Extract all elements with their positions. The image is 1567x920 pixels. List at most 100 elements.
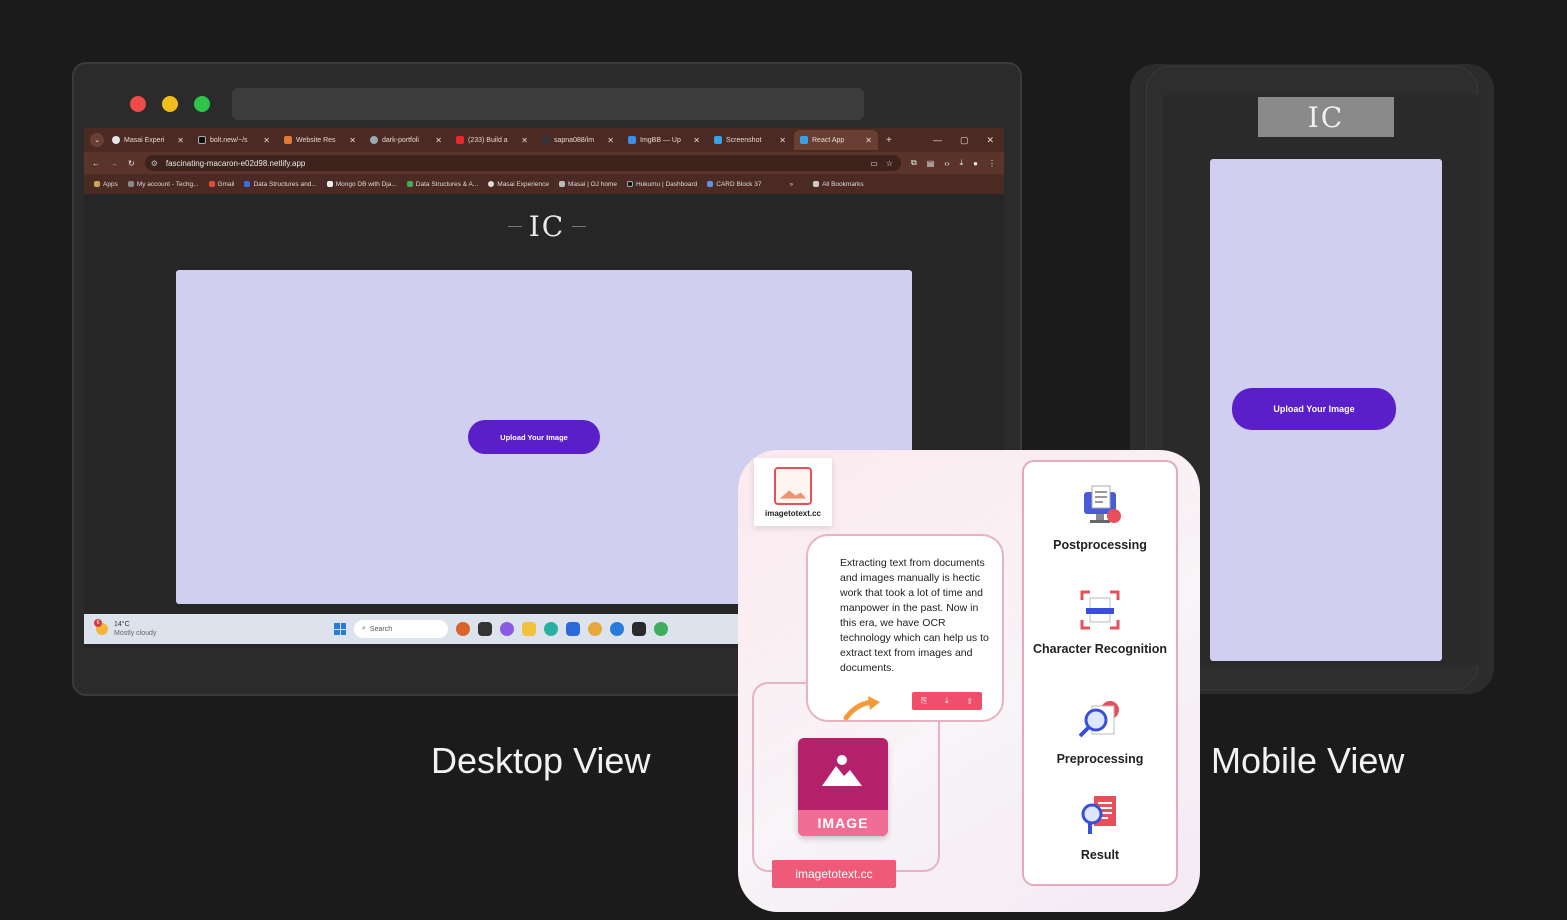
browser-tab[interactable]: ImgBB — Up ✕ xyxy=(622,130,706,150)
tab-strip: ⌄ Masai Experi ✕ bolt.new/~/s ✕ Website Re… xyxy=(84,128,1004,152)
profile-icon[interactable]: ● xyxy=(973,159,978,168)
bookmark-item[interactable]: Mongo DB with Dja... xyxy=(326,180,397,188)
mobile-upload-image-button[interactable]: Upload Your Image xyxy=(1232,388,1396,430)
step-result: Result xyxy=(1024,792,1176,862)
edge-icon[interactable] xyxy=(544,622,558,636)
zoom-icon[interactable] xyxy=(610,622,624,636)
bookmark-item[interactable]: Apps xyxy=(94,181,118,188)
restore-window-icon[interactable]: ▢ xyxy=(960,135,969,146)
menu-kebab-icon[interactable]: ⋮ xyxy=(988,159,996,168)
image-label: IMAGE xyxy=(798,810,888,836)
address-row: ← → ↻ ⚙ fascinating-macaron-e02d98.netli… xyxy=(84,152,1004,174)
image-document: IMAGE xyxy=(798,738,888,836)
bookmark-item[interactable]: Hukumu | Dashboard xyxy=(626,180,698,188)
tab-favicon-icon xyxy=(800,136,808,144)
browser-tab[interactable]: Masai Experi ✕ xyxy=(106,130,190,150)
share-icon[interactable]: ⇪ xyxy=(966,697,973,706)
bookmark-star-icon[interactable]: ☆ xyxy=(886,159,893,168)
url-field[interactable]: ⚙ fascinating-macaron-e02d98.netlify.app… xyxy=(144,155,901,171)
windows-start-icon[interactable] xyxy=(334,623,346,635)
browser-tab[interactable]: Website Res ✕ xyxy=(278,130,362,150)
close-tab-icon[interactable]: ✕ xyxy=(177,136,184,145)
close-tab-icon[interactable]: ✕ xyxy=(779,136,786,145)
bookmark-item[interactable]: Gmail xyxy=(208,181,234,188)
close-tab-icon[interactable]: ✕ xyxy=(693,136,700,145)
browser-tab-active[interactable]: React App ✕ xyxy=(794,130,878,150)
bookmark-label: Mongo DB with Dja... xyxy=(335,180,397,188)
copilot-icon[interactable] xyxy=(456,622,470,636)
more-bookmarks-icon[interactable]: » xyxy=(789,181,793,188)
close-tab-icon[interactable]: ✕ xyxy=(349,136,356,145)
bookmark-label: CARD Block 37 xyxy=(716,180,762,188)
step-label: Postprocessing xyxy=(1053,538,1147,552)
download-icon[interactable]: ⤓ xyxy=(945,696,949,706)
task-view-icon[interactable] xyxy=(478,622,492,636)
forward-icon[interactable]: → xyxy=(110,159,118,168)
bookmark-label: Hukumu | Dashboard xyxy=(635,180,698,188)
bookmark-item[interactable]: Data Structures and... xyxy=(244,181,317,188)
new-tab-button[interactable]: + xyxy=(880,135,898,146)
bookmark-item[interactable]: Data Structures & A... xyxy=(406,181,478,188)
close-dot[interactable] xyxy=(130,96,146,112)
upload-image-button[interactable]: Upload Your Image xyxy=(468,420,600,454)
window-controls: — ▢ ✕ xyxy=(933,135,1004,146)
document-result-icon xyxy=(1081,796,1116,834)
browser-tab[interactable]: Screenshot ✕ xyxy=(708,130,792,150)
step-label: Result xyxy=(1080,848,1120,862)
store-icon[interactable] xyxy=(566,622,580,636)
maximize-dot[interactable] xyxy=(194,96,210,112)
tab-label: Website Res xyxy=(296,136,336,144)
url-text: fascinating-macaron-e02d98.netlify.app xyxy=(165,158,306,168)
browser-tab[interactable]: dark-portfoli ✕ xyxy=(364,130,448,150)
bookmark-favicon-icon xyxy=(558,181,565,187)
chrome-icon[interactable] xyxy=(654,622,668,636)
minimize-window-icon[interactable]: — xyxy=(933,135,942,146)
back-icon[interactable]: ← xyxy=(92,159,100,168)
description-text: Extracting text from documents and image… xyxy=(840,557,989,674)
browser-tab[interactable]: bolt.new/~/s ✕ xyxy=(192,130,276,150)
bookmark-item[interactable]: My account - Techg... xyxy=(127,181,199,188)
tab-favicon-icon xyxy=(542,136,550,144)
extensions-icon[interactable]: ⧉ xyxy=(911,158,917,168)
sidebar-icon[interactable]: ▤ xyxy=(927,159,935,168)
tab-favicon-icon xyxy=(284,136,292,144)
copy-icon[interactable]: ⎘ xyxy=(921,696,927,706)
logo-line-left xyxy=(508,226,522,227)
devtools-icon[interactable]: ‹› xyxy=(944,159,949,168)
browser-chrome: ⌄ Masai Experi ✕ bolt.new/~/s ✕ Website Re… xyxy=(84,128,1004,194)
close-tab-icon[interactable]: ✕ xyxy=(263,136,270,145)
tab-search-chevron-icon[interactable]: ⌄ xyxy=(90,133,104,147)
chrome-icon[interactable] xyxy=(588,622,602,636)
bookmark-item[interactable]: Masai | OJ home xyxy=(558,181,617,188)
step-postprocessing: Postprocessing xyxy=(1024,482,1176,552)
close-window-icon[interactable]: ✕ xyxy=(986,135,994,146)
close-tab-icon[interactable]: ✕ xyxy=(435,136,442,145)
widgets-icon[interactable] xyxy=(500,622,514,636)
browser-tab[interactable]: (233) Build a ✕ xyxy=(450,130,534,150)
cast-icon[interactable]: ▭ xyxy=(870,159,878,168)
tab-favicon-icon xyxy=(112,136,120,144)
download-icon[interactable]: ⤓ xyxy=(960,158,964,168)
file-explorer-icon[interactable] xyxy=(522,622,536,636)
browser-tab[interactable]: sapna088/im ✕ xyxy=(536,130,620,150)
desktop-view-caption: Desktop View xyxy=(431,740,651,781)
close-tab-icon[interactable]: ✕ xyxy=(865,136,872,145)
temperature: 14°C xyxy=(114,621,130,628)
close-tab-icon[interactable]: ✕ xyxy=(521,136,528,145)
reload-icon[interactable]: ↻ xyxy=(128,159,135,168)
tab-label: dark-portfoli xyxy=(382,136,419,144)
site-info-icon[interactable]: ⚙ xyxy=(151,159,158,168)
stage: ⌄ Masai Experi ✕ bolt.new/~/s ✕ Website Re… xyxy=(0,0,1567,920)
all-bookmarks-item[interactable]: All Bookmarks xyxy=(813,181,864,188)
minimize-dot[interactable] xyxy=(162,96,178,112)
taskbar-search[interactable]: ⌕ Search xyxy=(354,620,448,638)
mobile-app-logo: IC xyxy=(1258,97,1394,137)
bookmark-item[interactable]: CARD Block 37 xyxy=(707,181,761,188)
bookmark-item[interactable]: Masai Experience xyxy=(488,181,549,188)
mobile-view-caption: Mobile View xyxy=(1211,740,1405,781)
terminal-icon[interactable] xyxy=(632,622,646,636)
weather-widget[interactable]: 6 14°C Mostly cloudy xyxy=(84,619,334,638)
close-tab-icon[interactable]: ✕ xyxy=(607,136,614,145)
bookmark-favicon-icon xyxy=(326,181,333,187)
bookmark-favicon-icon xyxy=(244,181,251,187)
